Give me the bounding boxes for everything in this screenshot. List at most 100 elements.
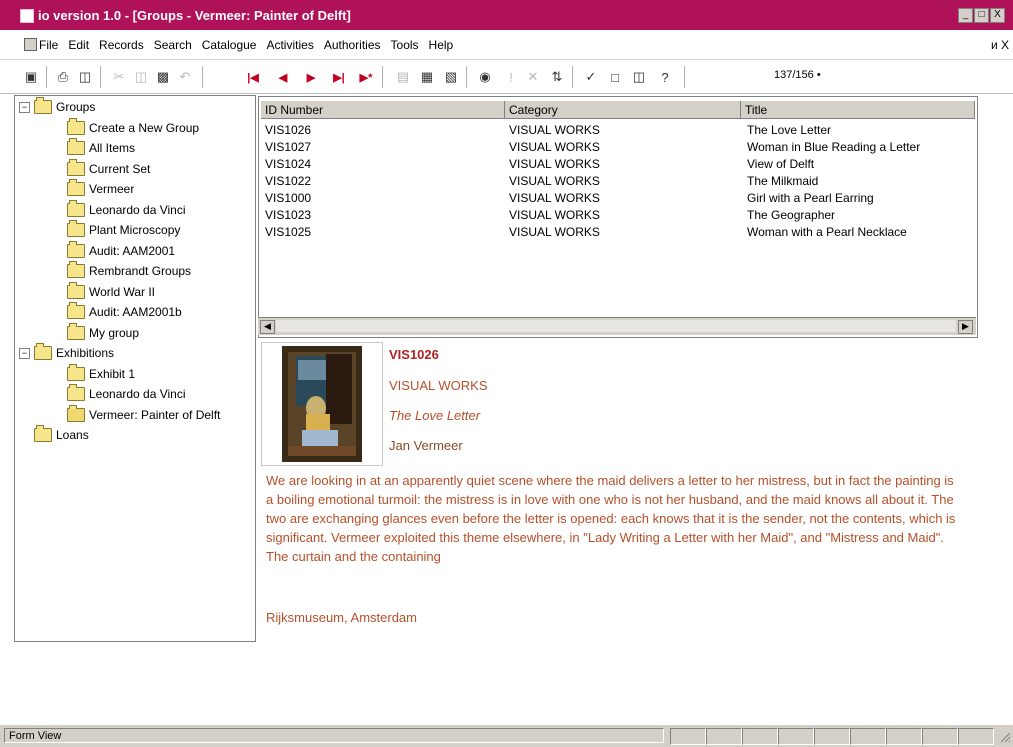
table-cell: VISUAL WORKS — [509, 208, 600, 222]
column-header-category[interactable]: Category — [505, 101, 741, 119]
record-indicator[interactable]: 137/156 • — [774, 69, 821, 81]
column-header-title[interactable]: Title — [741, 101, 975, 119]
folder-icon — [34, 97, 52, 114]
table-row[interactable]: VIS1000 VISUAL WORKS Girl with a Pearl Ear… — [259, 191, 977, 208]
paste-icon[interactable]: ▩ — [154, 68, 172, 86]
tree-node-label: All Items — [89, 141, 136, 155]
menu-tools[interactable]: Tools — [391, 38, 419, 52]
tree-node[interactable]: − Groups — [19, 97, 96, 114]
tree-node[interactable]: Plant Microscopy — [67, 220, 181, 237]
table-cell: VISUAL WORKS — [509, 174, 600, 188]
tree-node[interactable]: Leonardo da Vinci — [67, 384, 186, 401]
scroll-left-icon[interactable]: ◀ — [260, 320, 275, 334]
detail-artist: Jan Vermeer — [389, 438, 463, 453]
cut-icon[interactable]: ✂ — [110, 68, 128, 86]
table-row[interactable]: VIS1026 VISUAL WORKS The Love Letter — [259, 123, 977, 140]
folder-icon — [67, 322, 85, 340]
tree-node[interactable]: Audit: AAM2001 — [67, 240, 176, 258]
save-icon[interactable]: ▣ — [22, 68, 40, 86]
table-cell: VISUAL WORKS — [509, 140, 600, 154]
title-bar: io version 1.0 - [Groups - Vermeer: Pain… — [0, 0, 1013, 30]
undo-icon[interactable]: ↶ — [176, 68, 194, 86]
relationships-icon[interactable]: ◫ — [630, 68, 648, 86]
previous-record-icon[interactable]: ◀ — [274, 68, 292, 86]
table-cell: Woman in Blue Reading a Letter — [747, 140, 921, 154]
tree-node[interactable]: Vermeer: Painter of Delft — [67, 404, 220, 422]
datasheet-view-icon[interactable]: ▦ — [418, 68, 436, 86]
tree-node[interactable]: Loans — [19, 425, 89, 442]
menu-activities[interactable]: Activities — [266, 38, 313, 52]
table-cell: Woman with a Pearl Necklace — [747, 225, 907, 239]
tree-node[interactable]: − Exhibitions — [19, 343, 114, 360]
menu-authorities[interactable]: Authorities — [324, 38, 381, 52]
next-record-icon[interactable]: ▶ — [302, 68, 320, 86]
tree-node-label: Plant Microscopy — [89, 223, 181, 237]
open-folder-icon — [67, 404, 85, 422]
tree-node[interactable]: Audit: AAM2001b — [67, 302, 182, 319]
table-cell: VISUAL WORKS — [509, 157, 600, 171]
minimize-button[interactable]: _ — [958, 8, 973, 23]
tree-node[interactable]: All Items — [67, 138, 136, 155]
tree-node[interactable]: Leonardo da Vinci — [67, 199, 186, 217]
table-cell: VIS1000 — [265, 191, 312, 205]
horizontal-scrollbar[interactable]: ◀ ▶ — [258, 317, 976, 335]
tree-node-label: Groups — [56, 100, 96, 114]
table-cell: The Love Letter — [747, 123, 832, 137]
scroll-track[interactable] — [276, 320, 956, 332]
menu-catalogue[interactable]: Catalogue — [202, 38, 257, 52]
tree-node[interactable]: Create a New Group — [67, 117, 199, 135]
table-row[interactable]: VIS1027 VISUAL WORKS Woman in Blue Reading… — [259, 140, 977, 157]
maximize-button[interactable]: □ — [974, 8, 989, 23]
app-icon — [20, 9, 34, 23]
document-window-controls[interactable]: и X — [991, 38, 1009, 52]
close-button[interactable]: X — [990, 8, 1005, 23]
help-icon[interactable]: ? — [656, 68, 674, 86]
status-cell — [670, 728, 706, 745]
table-row[interactable]: VIS1023 VISUAL WORKS The Geographer — [259, 208, 977, 225]
copy-icon[interactable]: ◫ — [132, 68, 150, 86]
detail-title: The Love Letter — [389, 408, 481, 423]
tree-node[interactable]: Rembrandt Groups — [67, 261, 191, 278]
tree-node[interactable]: Vermeer — [67, 179, 134, 196]
find-icon[interactable]: ◉ — [476, 68, 494, 86]
folder-icon — [67, 384, 85, 401]
menu-file[interactable]: File — [39, 38, 58, 52]
print-preview-icon[interactable]: ◫ — [76, 68, 94, 86]
delete-icon[interactable]: ✕ — [524, 68, 542, 86]
last-record-icon[interactable]: ▶| — [330, 68, 348, 86]
column-header-id[interactable]: ID Number — [261, 101, 505, 119]
folder-icon — [34, 343, 52, 360]
scroll-right-icon[interactable]: ▶ — [958, 320, 973, 334]
tree-node-label: Loans — [56, 428, 89, 442]
toolbar: ▣ ⎙ ◫ ✂ ◫ ▩ ↶ |◀ ◀ ▶ ▶| ▶* ▤ ▦ ▧ ◉ ! ✕ ⇅… — [0, 60, 1013, 94]
table-row[interactable]: VIS1025 VISUAL WORKS Woman with a Pearl Ne… — [259, 225, 977, 242]
grid-header: ID Number Category Title — [259, 97, 977, 119]
spell-check-icon[interactable]: ✓ — [582, 68, 600, 86]
sort-icon[interactable]: ⇅ — [548, 68, 566, 86]
window-icon[interactable]: □ — [606, 68, 624, 86]
first-record-icon[interactable]: |◀ — [244, 68, 262, 86]
status-mode: Form View — [4, 728, 664, 743]
menu-search[interactable]: Search — [154, 38, 192, 52]
tree-node[interactable]: Exhibit 1 — [67, 363, 135, 381]
artwork-thumbnail[interactable] — [261, 342, 383, 466]
records-grid: ID Number Category Title VIS1026 VISUAL W… — [258, 96, 978, 338]
menu-edit[interactable]: Edit — [68, 38, 89, 52]
collapse-icon[interactable]: − — [19, 347, 30, 359]
tree-node[interactable]: World War II — [67, 281, 155, 299]
form-view-icon[interactable]: ▤ — [394, 68, 412, 86]
tree-node[interactable]: My group — [67, 322, 139, 340]
exclamation-icon[interactable]: ! — [502, 68, 520, 86]
table-row[interactable]: VIS1022 VISUAL WORKS The Milkmaid — [259, 174, 977, 191]
table-row[interactable]: VIS1024 VISUAL WORKS View of Delft — [259, 157, 977, 174]
menu-help[interactable]: Help — [429, 38, 454, 52]
tree-node[interactable]: Current Set — [67, 158, 150, 176]
menu-records[interactable]: Records — [99, 38, 144, 52]
document-icon[interactable] — [24, 38, 37, 51]
new-record-icon[interactable]: ▶* — [357, 68, 375, 86]
resize-grip-icon[interactable] — [999, 731, 1011, 743]
print-icon[interactable]: ⎙ — [54, 68, 72, 86]
tree-node-label: Audit: AAM2001 — [89, 243, 176, 258]
table-view-icon[interactable]: ▧ — [442, 68, 460, 86]
collapse-icon[interactable]: − — [19, 101, 30, 113]
